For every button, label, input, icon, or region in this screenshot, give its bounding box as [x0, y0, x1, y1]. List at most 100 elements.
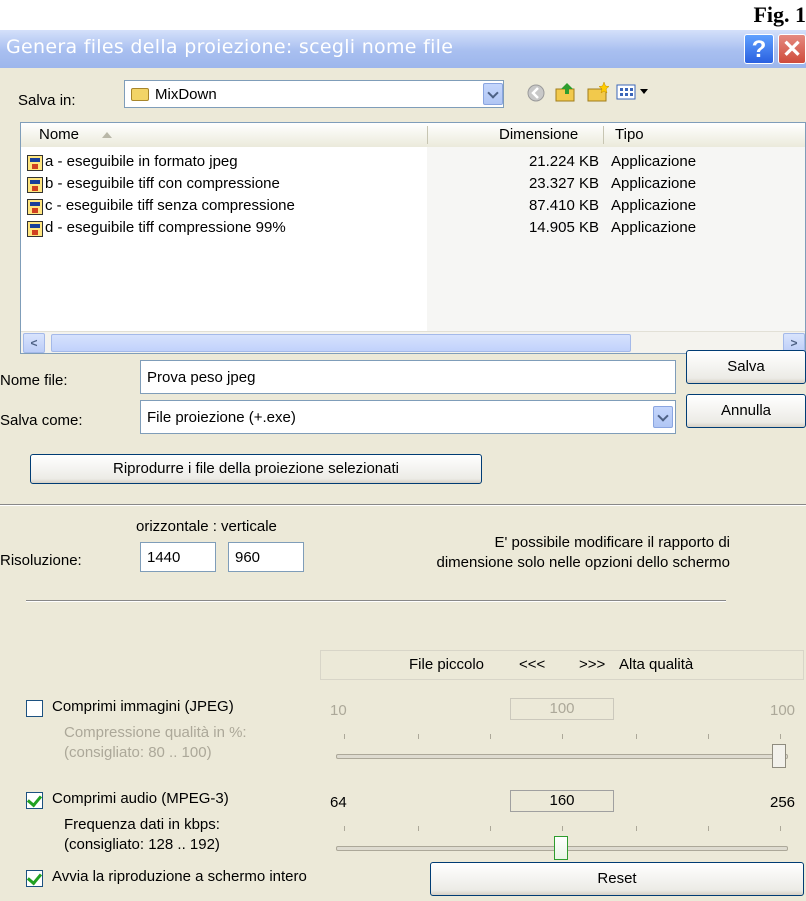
file-size: 21.224 KB: [528, 153, 599, 170]
slider-tick: [562, 826, 563, 831]
resolution-label: Risoluzione:: [0, 552, 82, 569]
play-selected-button[interactable]: Riprodurre i file della proiezione selez…: [30, 454, 482, 484]
title-bar: Genera files della proiezione: scegli no…: [0, 30, 806, 68]
slider-tick: [780, 734, 781, 739]
list-item[interactable]: c - eseguibile tiff senza compressione 8…: [21, 197, 805, 219]
audio-value: 160: [549, 792, 575, 809]
cancel-button-label: Annulla: [720, 402, 772, 419]
scroll-thumb[interactable]: [51, 334, 631, 352]
save-dialog: Salva in: MixDown Nome Dimensione Tipo a…: [0, 68, 806, 901]
slider-tick: [562, 734, 563, 739]
file-list-header: Nome Dimensione Tipo: [21, 123, 805, 148]
help-button[interactable]: ?: [744, 34, 774, 64]
list-item[interactable]: a - eseguibile in formato jpeg 21.224 KB…: [21, 153, 805, 175]
reset-button-label: Reset: [597, 870, 637, 887]
jpeg-slider-thumb[interactable]: [772, 744, 786, 768]
up-folder-icon[interactable]: [554, 80, 578, 104]
column-header-type[interactable]: Tipo: [615, 126, 644, 143]
quality-scale: File piccolo <<< >>> Alta qualità: [320, 650, 804, 680]
divider: [0, 504, 806, 506]
save-as-value: File proiezione (+.exe): [147, 408, 296, 426]
fullscreen-checkbox[interactable]: [26, 869, 43, 887]
slider-tick: [344, 826, 345, 831]
jpeg-max: 100: [770, 702, 796, 719]
file-type: Applicazione: [611, 175, 697, 192]
column-header-name[interactable]: Nome: [39, 126, 79, 143]
resolution-horizontal-value: 1440: [147, 548, 181, 566]
jpeg-slider-track[interactable]: [336, 754, 788, 759]
save-button-label: Salva: [727, 358, 765, 375]
column-header-size[interactable]: Dimensione: [499, 126, 578, 143]
quality-scale-right-arrows: >>>: [579, 656, 606, 673]
column-separator[interactable]: [603, 126, 604, 144]
column-separator[interactable]: [427, 126, 428, 144]
slider-tick: [780, 826, 781, 831]
save-in-label: Salva in:: [18, 92, 76, 109]
file-name: a - eseguibile in formato jpeg: [45, 153, 238, 170]
reset-button[interactable]: Reset: [430, 862, 804, 896]
divider: [26, 600, 726, 602]
audio-checkbox[interactable]: [26, 791, 43, 809]
slider-tick: [490, 826, 491, 831]
view-menu-icon[interactable]: [616, 82, 656, 102]
folder-icon: [131, 87, 149, 101]
chevron-down-icon[interactable]: [653, 406, 673, 428]
slider-tick: [708, 734, 709, 739]
jpeg-label[interactable]: Comprimi immagini (JPEG): [52, 698, 234, 715]
file-name: c - eseguibile tiff senza compressione: [45, 197, 295, 214]
application-icon: [27, 199, 43, 215]
list-item[interactable]: d - eseguibile tiff compressione 99% 14.…: [21, 219, 805, 241]
save-in-folder: MixDown: [155, 85, 217, 103]
application-icon: [27, 177, 43, 193]
slider-tick: [418, 826, 419, 831]
file-name: b - eseguibile tiff con compressione: [45, 175, 280, 192]
slider-tick: [636, 826, 637, 831]
resolution-vertical-value: 960: [235, 548, 261, 566]
audio-max: 256: [770, 794, 796, 811]
file-type: Applicazione: [611, 219, 697, 236]
resolution-note-line2: dimensione solo nelle opzioni dello sche…: [436, 554, 730, 571]
close-icon: ✕: [781, 36, 803, 63]
window-title: Genera files della proiezione: scegli no…: [6, 36, 454, 58]
back-icon[interactable]: [526, 82, 546, 104]
file-size: 87.410 KB: [528, 197, 599, 214]
audio-sub2: (consigliato: 128 .. 192): [64, 836, 220, 853]
quality-scale-left: File piccolo: [409, 656, 485, 673]
play-selected-label: Riprodurre i file della proiezione selez…: [113, 460, 399, 477]
cancel-button[interactable]: Annulla: [686, 394, 806, 428]
audio-value-box[interactable]: 160: [510, 790, 614, 812]
resolution-vertical-input[interactable]: 960: [228, 542, 304, 572]
jpeg-min: 10: [330, 702, 347, 719]
filename-value: Prova peso jpeg: [147, 368, 256, 386]
resolution-horizontal-input[interactable]: 1440: [140, 542, 216, 572]
file-name: d - eseguibile tiff compressione 99%: [45, 219, 286, 236]
jpeg-value: 100: [549, 700, 575, 717]
audio-min: 64: [330, 794, 347, 811]
checkmark-icon: [26, 869, 43, 886]
quality-scale-right: Alta qualità: [619, 656, 694, 673]
audio-label[interactable]: Comprimi audio (MPEG-3): [52, 790, 229, 807]
close-button[interactable]: ✕: [778, 34, 806, 64]
audio-slider-thumb[interactable]: [554, 836, 568, 860]
jpeg-checkbox[interactable]: [26, 700, 43, 717]
file-type: Applicazione: [611, 153, 697, 170]
save-in-combo[interactable]: MixDown: [124, 80, 504, 108]
save-button[interactable]: Salva: [686, 350, 806, 384]
file-size: 23.327 KB: [528, 175, 599, 192]
scroll-left-icon[interactable]: <: [23, 333, 45, 353]
jpeg-sub2: (consigliato: 80 .. 100): [64, 744, 212, 761]
figure-label: Fig. 1: [753, 2, 806, 27]
fullscreen-label[interactable]: Avvia la riproduzione a schermo intero: [52, 868, 307, 885]
quality-scale-left-arrows: <<<: [519, 656, 546, 673]
file-list[interactable]: Nome Dimensione Tipo a - eseguibile in f…: [20, 122, 806, 354]
chevron-down-icon[interactable]: [483, 83, 503, 105]
jpeg-value-box[interactable]: 100: [510, 698, 614, 720]
save-as-select[interactable]: File proiezione (+.exe): [140, 400, 676, 434]
slider-tick: [636, 734, 637, 739]
filename-input[interactable]: Prova peso jpeg: [140, 360, 676, 394]
application-icon: [27, 221, 43, 237]
list-item[interactable]: b - eseguibile tiff con compressione 23.…: [21, 175, 805, 197]
new-folder-icon[interactable]: [586, 80, 610, 104]
slider-tick: [418, 734, 419, 739]
checkmark-icon: [26, 791, 43, 808]
